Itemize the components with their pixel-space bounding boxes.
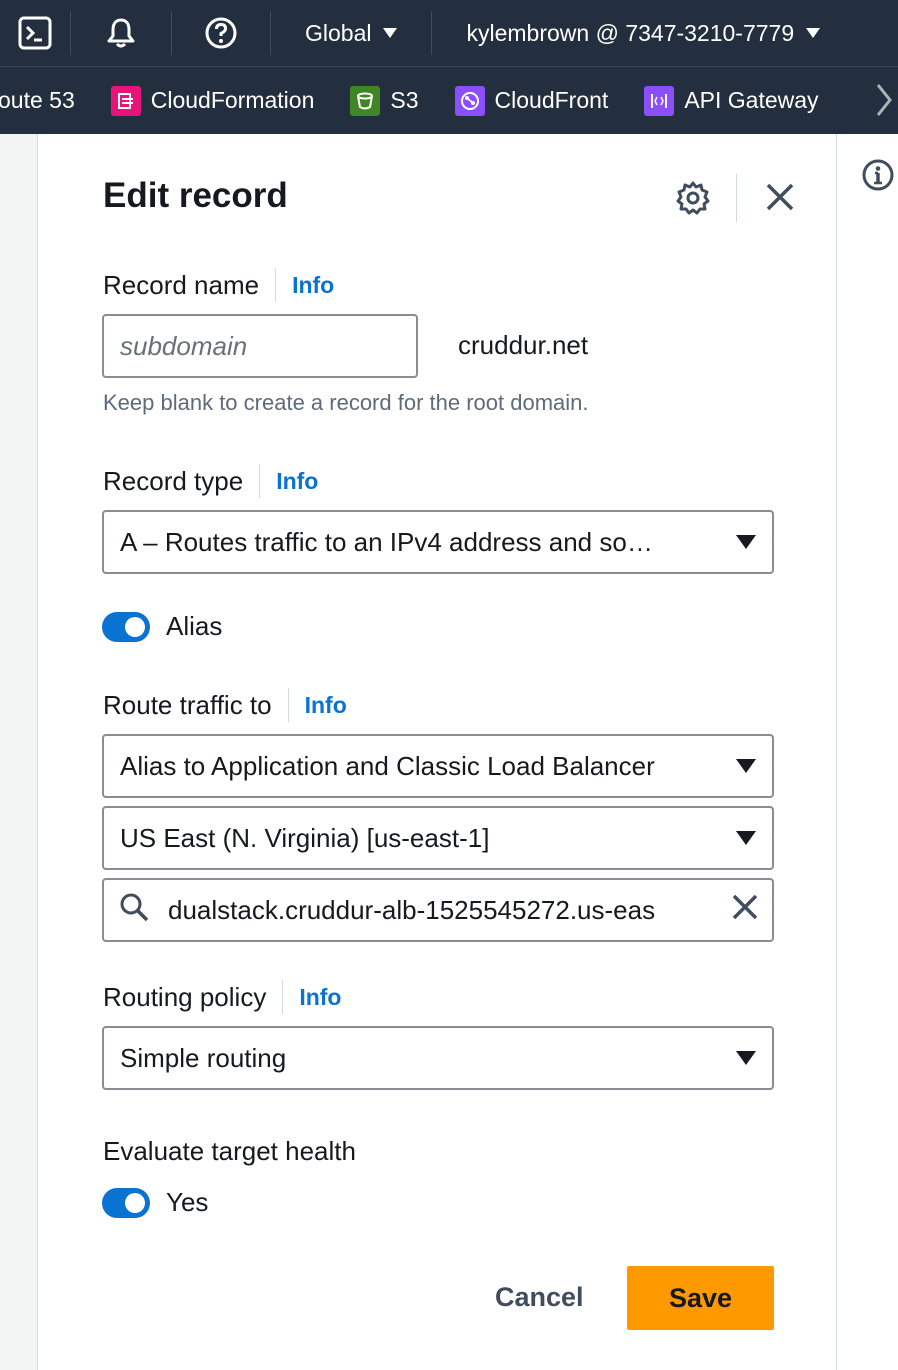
caret-down-icon [383,28,398,38]
record-type-label: Record type [103,465,244,496]
record-name-label-row: Record name Info [103,268,334,302]
caret-down-icon [806,28,821,38]
bell-icon[interactable] [71,0,171,66]
close-icon[interactable] [765,182,795,217]
evaluate-health-toggle-row: Yes [102,1187,208,1218]
caret-down-icon [736,759,756,773]
record-name-input[interactable] [104,316,416,376]
s3-icon [350,85,381,116]
cloudshell-icon[interactable] [0,0,70,66]
api-gateway-icon [644,85,675,116]
routing-policy-select[interactable]: Simple routing [102,1026,774,1090]
record-type-info-link[interactable]: Info [259,464,318,498]
favorite-label: S3 [390,87,419,113]
header-divider [736,174,737,222]
load-balancer-value: dualstack.cruddur-alb-1525545272.us-eas [168,894,656,925]
left-navigation-rail [0,134,38,1370]
cloudfront-icon [454,85,485,116]
region-selector[interactable]: Global [271,0,431,66]
favorite-s3[interactable]: S3 [350,85,419,116]
record-name-label: Record name [103,269,260,300]
favorite-label: CloudFront [494,87,609,113]
evaluate-health-label: Evaluate target health [103,1136,356,1166]
evaluate-health-toggle-label: Yes [166,1187,209,1217]
caret-down-icon [736,535,756,549]
favorite-cloudfront[interactable]: CloudFront [454,85,609,116]
help-icon[interactable] [172,0,270,66]
favorite-api-gateway[interactable]: API Gateway [644,85,819,116]
cancel-button[interactable]: Cancel [495,1282,584,1313]
alias-toggle[interactable] [102,611,150,642]
domain-suffix: cruddur.net [458,330,589,360]
search-icon [118,891,150,930]
caret-down-icon [736,831,756,845]
region-select[interactable]: US East (N. Virginia) [us-east-1] [102,806,774,870]
favorite-route53[interactable]: oute 53 [0,87,75,114]
favorite-cloudformation[interactable]: CloudFormation [110,85,315,116]
record-type-label-row: Record type Info [103,464,318,498]
record-name-hint: Keep blank to create a record for the ro… [103,390,589,415]
cloudformation-icon [110,85,141,116]
favorites-bar: oute 53 CloudFormation S3 CloudFront API… [0,66,898,134]
route-traffic-info-link[interactable]: Info [287,688,347,722]
tools-rail [836,134,898,1370]
favorite-label: CloudFormation [150,87,315,113]
save-button[interactable]: Save [627,1266,774,1330]
record-name-field [102,314,418,378]
routing-policy-value: Simple routing [120,1042,287,1073]
favorite-label: API Gateway [684,87,819,113]
clear-icon[interactable] [732,894,758,927]
routing-policy-label-row: Routing policy Info [103,980,341,1014]
route-traffic-label-row: Route traffic to Info [103,688,347,722]
region-value: US East (N. Virginia) [us-east-1] [120,822,490,853]
settings-gear-icon[interactable] [675,180,711,221]
info-icon[interactable] [861,158,895,197]
endpoint-select[interactable]: Alias to Application and Classic Load Ba… [102,734,774,798]
account-menu[interactable]: kylembrown @ 7347-3210-7779 [432,0,821,66]
alias-toggle-row: Alias [102,611,222,642]
top-navigation: Global kylembrown @ 7347-3210-7779 [0,0,898,66]
routing-policy-info-link[interactable]: Info [282,980,341,1014]
account-label: kylembrown @ 7347-3210-7779 [466,19,795,46]
evaluate-health-toggle[interactable] [102,1187,150,1218]
record-type-value: A – Routes traffic to an IPv4 address an… [120,526,653,557]
load-balancer-search[interactable]: dualstack.cruddur-alb-1525545272.us-eas [102,878,774,942]
favorite-label: oute 53 [0,87,75,113]
endpoint-value: Alias to Application and Classic Load Ba… [120,750,655,781]
record-name-info-link[interactable]: Info [275,268,334,302]
caret-down-icon [736,1051,756,1065]
panel-title: Edit record [103,176,288,215]
record-type-select[interactable]: A – Routes traffic to an IPv4 address an… [102,510,774,574]
routing-policy-label: Routing policy [103,981,267,1012]
edit-record-panel: Edit record Record name Info cruddur.net… [39,134,836,1370]
chevron-right-icon[interactable] [874,81,894,124]
alias-label: Alias [166,611,223,641]
route-traffic-label: Route traffic to [103,689,272,720]
region-label: Global [305,19,372,46]
